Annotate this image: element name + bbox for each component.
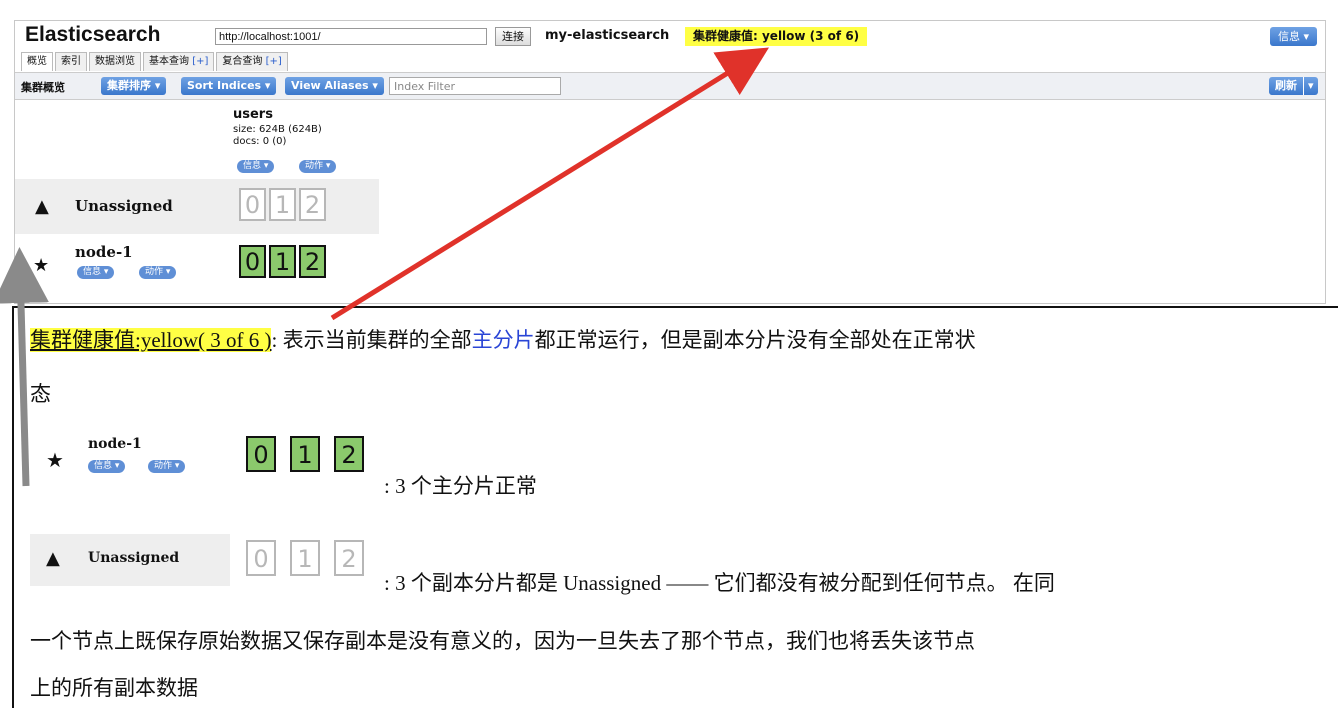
annotation-arrows (0, 47, 770, 487)
gray-arrow (0, 247, 49, 487)
red-arrow (330, 47, 770, 321)
